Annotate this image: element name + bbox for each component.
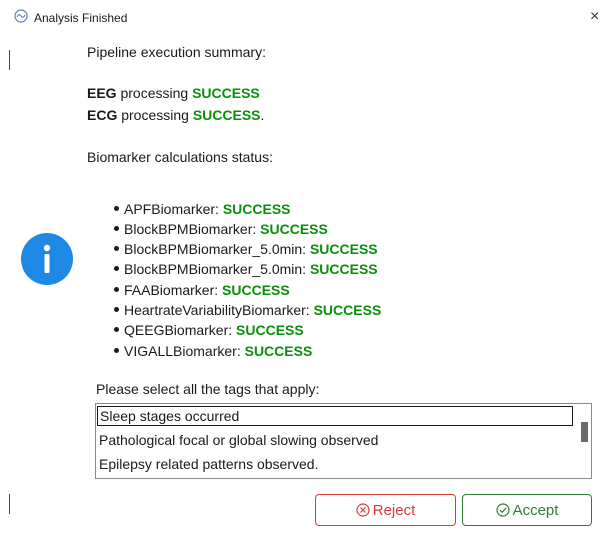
eeg-status: SUCCESS bbox=[192, 85, 260, 101]
biomarker-name: BlockBPMBiomarker: bbox=[124, 221, 257, 237]
biomarker-name: APFBiomarker: bbox=[124, 201, 219, 217]
window-edge bbox=[9, 50, 10, 70]
biomarker-item: APFBiomarker: SUCCESS bbox=[114, 201, 291, 217]
biomarker-status: SUCCESS bbox=[236, 322, 304, 338]
biomarker-item: VIGALLBiomarker: SUCCESS bbox=[114, 343, 312, 359]
listbox-scrollbar[interactable] bbox=[576, 404, 591, 478]
biomarker-item: QEEGBiomarker: SUCCESS bbox=[114, 322, 304, 338]
reject-label: Reject bbox=[372, 501, 416, 519]
tags-prompt: Please select all the tags that apply: bbox=[96, 381, 320, 397]
x-circle-icon bbox=[356, 503, 370, 517]
eeg-status-line: EEG processing SUCCESS bbox=[87, 85, 260, 101]
ecg-status-line: ECG processing SUCCESS. bbox=[87, 107, 264, 123]
ecg-text: processing bbox=[117, 107, 193, 123]
biomarker-item: BlockBPMBiomarker_5.0min: SUCCESS bbox=[114, 241, 378, 257]
biomarker-status: SUCCESS bbox=[222, 282, 290, 298]
bullet-icon bbox=[114, 347, 119, 353]
info-icon bbox=[21, 233, 73, 285]
accept-label: Accept bbox=[512, 501, 559, 519]
bullet-icon bbox=[114, 225, 119, 231]
bullet-icon bbox=[114, 265, 119, 271]
tag-option[interactable]: Epilepsy related patterns observed. bbox=[97, 454, 318, 474]
eeg-label: EEG bbox=[87, 85, 117, 101]
biomarker-status: SUCCESS bbox=[244, 343, 313, 359]
biomarker-name: BlockBPMBiomarker_5.0min: bbox=[124, 261, 307, 277]
biomarker-heading: Biomarker calculations status: bbox=[87, 149, 273, 165]
biomarker-name: VIGALLBiomarker: bbox=[124, 343, 241, 359]
accept-button[interactable]: Accept bbox=[462, 494, 592, 526]
biomarker-name: FAABiomarker: bbox=[124, 282, 219, 298]
tags-listbox[interactable]: Sleep stages occurred Pathological focal… bbox=[95, 403, 592, 479]
biomarker-status: SUCCESS bbox=[313, 302, 382, 318]
app-logo-icon bbox=[14, 9, 28, 23]
bullet-icon bbox=[114, 205, 119, 211]
biomarker-status: SUCCESS bbox=[260, 221, 328, 237]
biomarker-item: BlockBPMBiomarker_5.0min: SUCCESS bbox=[114, 261, 378, 277]
scrollbar-thumb[interactable] bbox=[581, 422, 588, 442]
eeg-text: processing bbox=[116, 85, 193, 101]
ecg-label: ECG bbox=[87, 107, 118, 123]
ecg-suffix: . bbox=[260, 107, 265, 123]
biomarker-status: SUCCESS bbox=[309, 261, 378, 277]
window-edge bbox=[9, 494, 10, 514]
biomarker-status: SUCCESS bbox=[222, 201, 291, 217]
close-button[interactable]: × bbox=[590, 6, 602, 28]
biomarker-item: HeartrateVariabilityBiomarker: SUCCESS bbox=[114, 302, 381, 318]
bullet-icon bbox=[114, 306, 119, 312]
summary-heading: Pipeline execution summary: bbox=[87, 44, 266, 60]
reject-button[interactable]: Reject bbox=[315, 494, 456, 526]
check-circle-icon bbox=[495, 503, 510, 517]
bullet-icon bbox=[114, 286, 119, 292]
biomarker-item: FAABiomarker: SUCCESS bbox=[114, 282, 290, 298]
biomarker-item: BlockBPMBiomarker: SUCCESS bbox=[114, 221, 328, 237]
ecg-status: SUCCESS bbox=[192, 107, 261, 123]
bullet-icon bbox=[114, 326, 119, 332]
bullet-icon bbox=[114, 245, 119, 251]
window-title: Analysis Finished bbox=[34, 11, 128, 25]
biomarker-status: SUCCESS bbox=[309, 241, 378, 257]
biomarker-name: BlockBPMBiomarker_5.0min: bbox=[124, 241, 307, 257]
biomarker-name: QEEGBiomarker: bbox=[124, 322, 233, 338]
tag-option[interactable]: Sleep stages occurred bbox=[97, 406, 573, 426]
biomarker-name: HeartrateVariabilityBiomarker: bbox=[124, 302, 310, 318]
tag-option[interactable]: Pathological focal or global slowing obs… bbox=[97, 430, 378, 450]
title-bar: Analysis Finished × bbox=[0, 0, 602, 38]
